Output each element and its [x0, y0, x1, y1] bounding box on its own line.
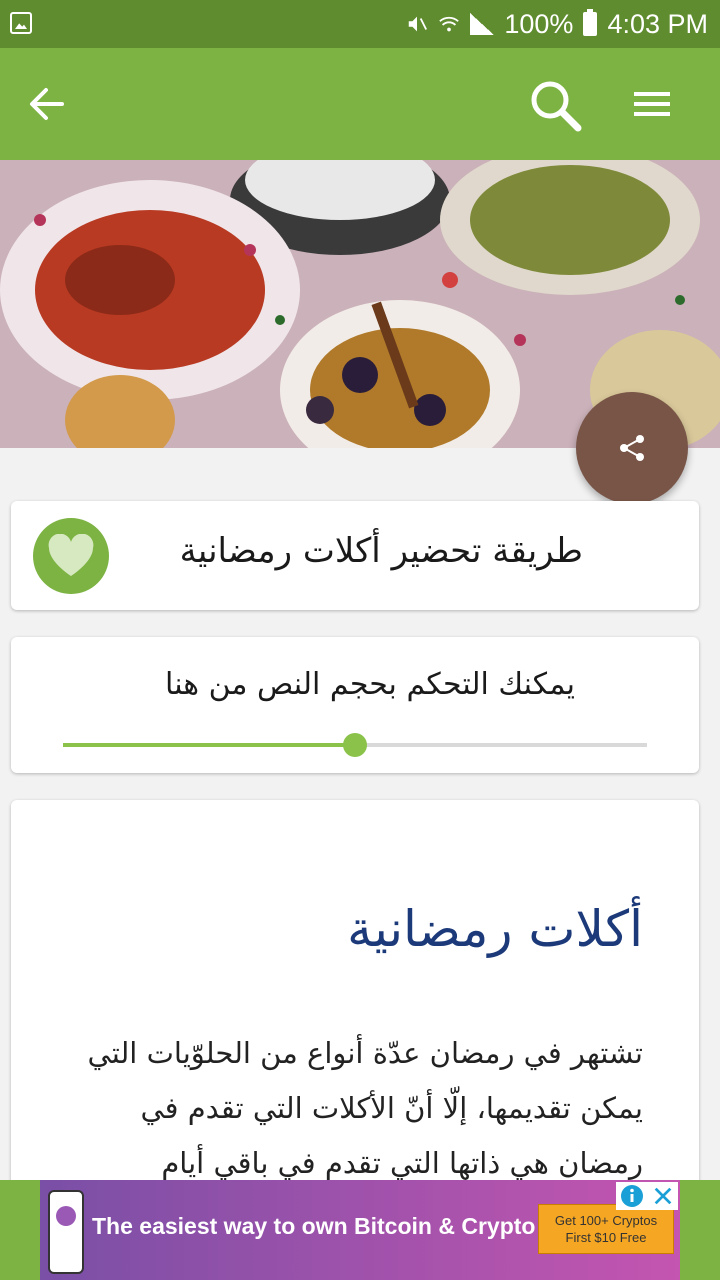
heart-icon [48, 534, 94, 576]
text-size-label: يمكنك التحكم بحجم النص من هنا [165, 667, 575, 702]
status-right: 100% 4:03 PM [406, 0, 708, 48]
close-icon[interactable] [652, 1185, 674, 1207]
ad-container: The easiest way to own Bitcoin & Crypto … [0, 1180, 720, 1280]
info-icon[interactable] [620, 1184, 644, 1208]
phone-image-icon [48, 1190, 84, 1274]
search-icon[interactable] [526, 76, 586, 136]
favorite-button[interactable] [33, 518, 109, 594]
text-size-card: يمكنك التحكم بحجم النص من هنا [11, 637, 699, 773]
ad-text: The easiest way to own Bitcoin & Crypto [92, 1213, 536, 1239]
mute-icon [409, 16, 428, 32]
ad-cta-button[interactable]: Get 100+ Cryptos First $10 Free [538, 1204, 674, 1254]
app-bar [0, 48, 720, 160]
arrow-left-icon[interactable] [26, 84, 70, 124]
share-icon [620, 435, 644, 461]
article-heading: أكلات رمضانية [347, 900, 643, 958]
text-size-slider[interactable] [63, 733, 647, 757]
battery-percent: 100% [504, 8, 574, 39]
ad-cta-line2: First $10 Free [565, 1230, 647, 1245]
ad-banner[interactable]: The easiest way to own Bitcoin & Crypto … [40, 1180, 680, 1280]
recipe-title: طريقة تحضير أكلات رمضانية [179, 531, 583, 571]
slider-thumb[interactable] [343, 733, 367, 757]
gallery-notification-icon [10, 12, 32, 34]
article-body: تشتهر في رمضان عدّة أنواع من الحلوّيات ا… [87, 1036, 643, 1180]
article-card: أكلات رمضانية تشتهر في رمضان عدّة أنواع … [11, 800, 699, 1220]
adchoices[interactable] [616, 1182, 678, 1210]
slider-fill [63, 743, 355, 747]
wifi-icon [439, 16, 460, 32]
signal-icon [470, 13, 495, 35]
share-button[interactable] [576, 392, 688, 504]
ad-cta-line1: Get 100+ Cryptos [554, 1213, 658, 1228]
title-card: طريقة تحضير أكلات رمضانية [11, 501, 699, 610]
clock: 4:03 PM [607, 8, 708, 39]
menu-icon[interactable] [630, 86, 674, 122]
battery-icon [583, 9, 598, 36]
status-bar: 100% 4:03 PM [0, 0, 720, 48]
